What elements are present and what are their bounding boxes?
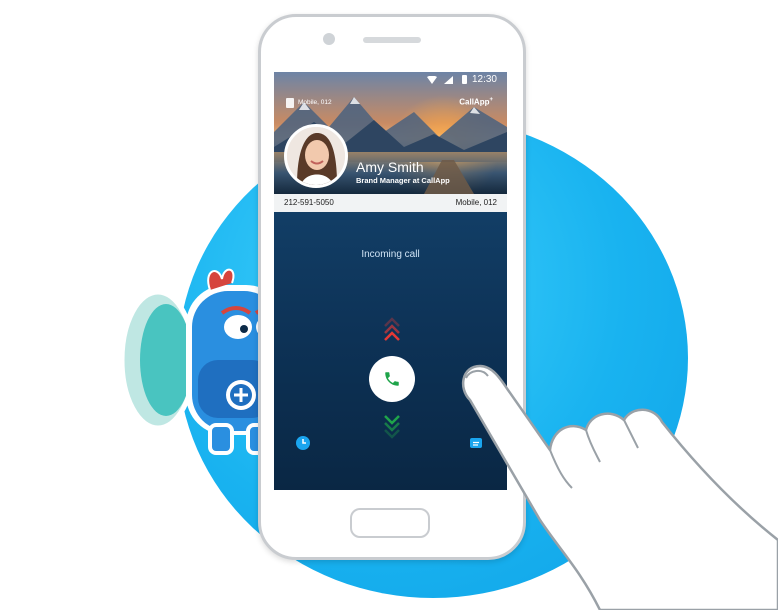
contact-job-title: Brand Manager at CallApp (356, 176, 450, 185)
contact-photo (287, 127, 345, 185)
header-background-photo: 12:30 Mobile, 012 CallApp+ Amy Smith Bra… (274, 72, 507, 194)
contact-name: Amy Smith (356, 159, 424, 175)
status-bar: 12:30 (274, 72, 507, 88)
answer-call-button[interactable] (369, 356, 415, 402)
clock-hands (302, 439, 306, 444)
home-button[interactable] (350, 508, 430, 538)
phone-number: 212-591-5050 (284, 198, 334, 207)
earpiece-speaker (363, 37, 421, 43)
contact-avatar[interactable] (284, 124, 348, 188)
pointing-hand-illustration (461, 364, 778, 610)
chevron-down-icon (384, 415, 400, 439)
incoming-call-label: Incoming call (361, 249, 420, 260)
wifi-icon (427, 76, 437, 84)
phone-icon (385, 372, 399, 386)
front-camera (323, 33, 335, 45)
phone-number-bar: 212-591-5050 Mobile, 012 (274, 194, 507, 213)
chevron-up-icon (384, 317, 400, 341)
sim-label: Mobile, 012 (298, 99, 332, 106)
signal-icon (444, 76, 453, 84)
number-type: Mobile, 012 (455, 198, 497, 207)
clock-icon[interactable] (296, 436, 310, 450)
battery-icon (462, 75, 467, 84)
sim-card-icon (286, 98, 294, 108)
callapp-logo: CallApp+ (459, 97, 493, 107)
status-time: 12:30 (471, 74, 497, 85)
